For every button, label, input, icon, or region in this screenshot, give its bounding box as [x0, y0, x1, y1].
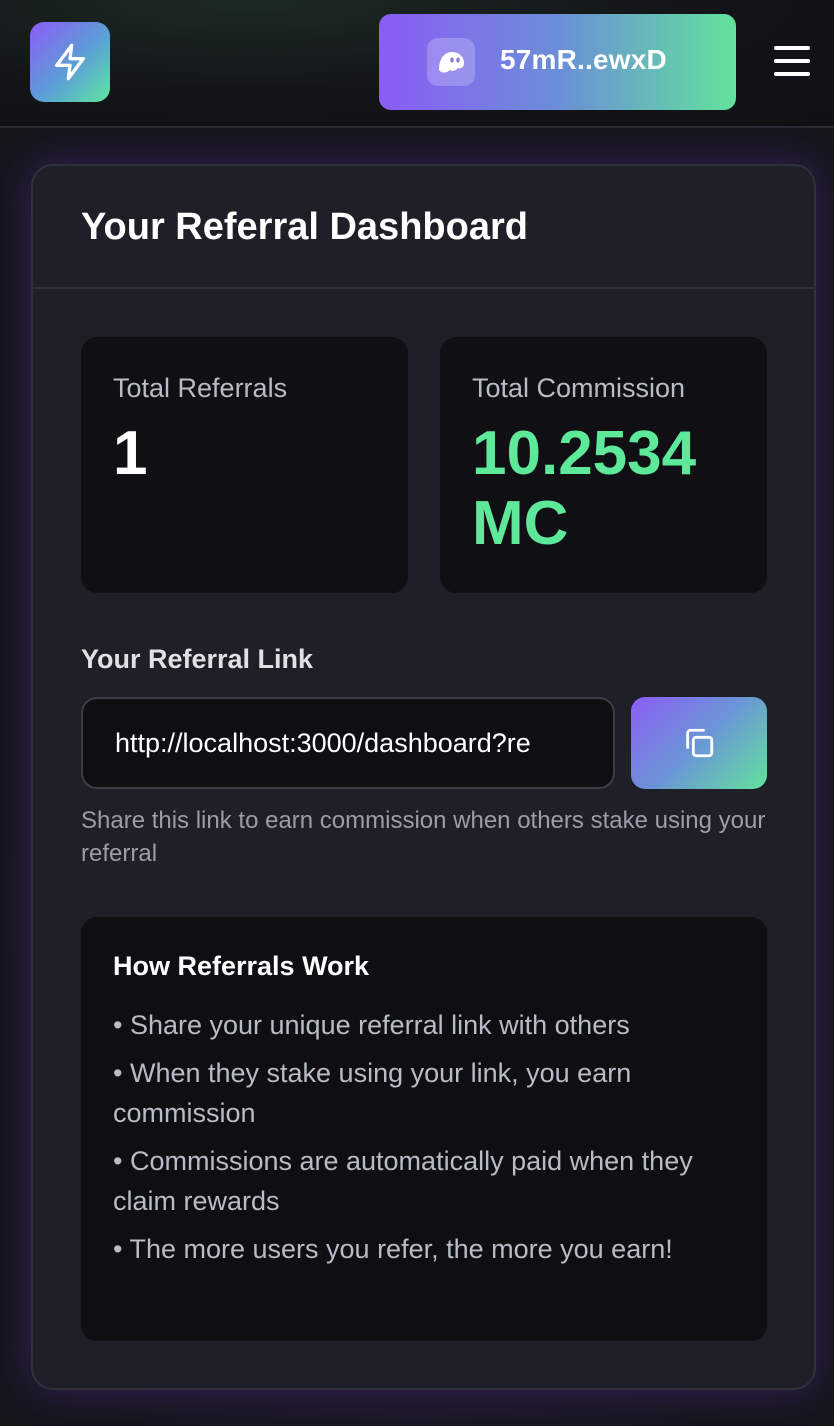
- referral-dashboard-card: Your Referral Dashboard Total Referrals …: [31, 164, 816, 1390]
- page-title: Your Referral Dashboard: [81, 206, 528, 248]
- phantom-ghost-icon: [427, 38, 475, 86]
- referral-link-input[interactable]: [81, 697, 615, 789]
- divider: [33, 287, 814, 289]
- wallet-address: 57mR..ewxD: [500, 44, 667, 75]
- hamburger-menu-icon[interactable]: [772, 44, 812, 78]
- app-logo[interactable]: [30, 22, 110, 102]
- copy-link-button[interactable]: [631, 697, 767, 789]
- total-commission-stat: Total Commission 10.2534 MC: [440, 337, 767, 593]
- list-item: • The more users you refer, the more you…: [113, 1234, 673, 1264]
- top-bar: 57mR..ewxD: [0, 0, 834, 128]
- wallet-button[interactable]: 57mR..ewxD: [379, 14, 736, 110]
- list-item: • Commissions are automatically paid whe…: [113, 1146, 693, 1216]
- referral-link-hint: Share this link to earn commission when …: [81, 807, 766, 867]
- total-referrals-label: Total Referrals: [113, 373, 288, 403]
- copy-icon: [686, 728, 714, 758]
- list-item: • Share your unique referral link with o…: [113, 1010, 630, 1040]
- how-referrals-work-title: How Referrals Work: [113, 951, 370, 981]
- list-item: • When they stake using your link, you e…: [113, 1058, 632, 1128]
- how-referrals-work-list: • Share your unique referral link with o…: [113, 1005, 733, 1277]
- how-referrals-work-panel: How Referrals Work • Share your unique r…: [81, 917, 767, 1341]
- total-referrals-stat: Total Referrals 1: [81, 337, 408, 593]
- total-referrals-value: 1: [113, 419, 148, 488]
- lightning-bolt-icon: [55, 43, 86, 81]
- total-commission-value: 10.2534 MC: [472, 419, 697, 558]
- referral-link-label: Your Referral Link: [81, 644, 314, 674]
- total-commission-label: Total Commission: [472, 373, 686, 403]
